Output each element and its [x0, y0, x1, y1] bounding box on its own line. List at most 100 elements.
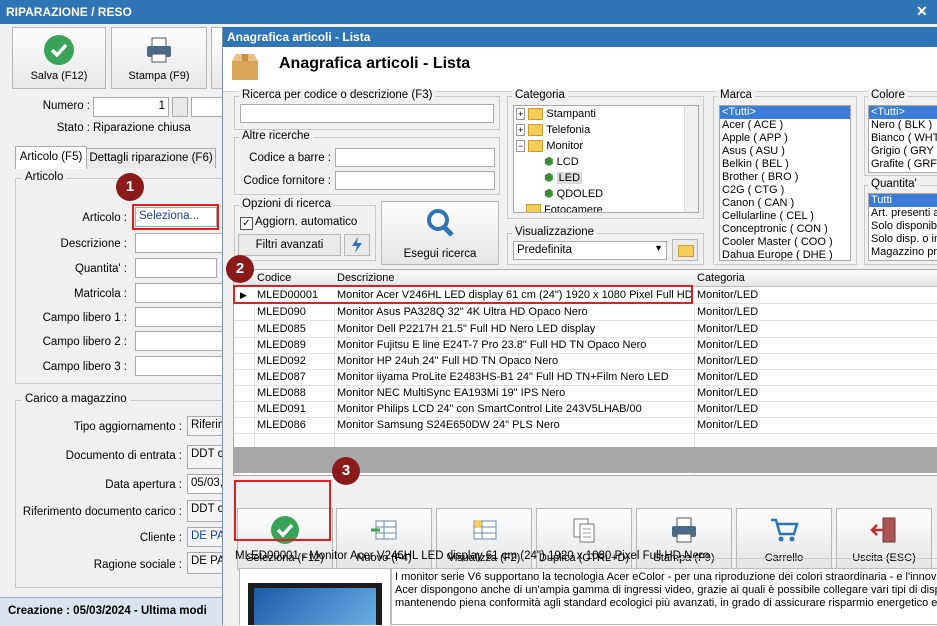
- table-row[interactable]: MLED090 Monitor Asus PA328Q 32" 4K Ultra …: [234, 304, 937, 321]
- row-cat: Monitor/LED: [697, 371, 759, 383]
- col-header-codice[interactable]: Codice: [257, 270, 291, 286]
- articolo-group-title: Articolo: [22, 171, 67, 183]
- chevron-down-icon: ▼: [654, 243, 663, 253]
- marca-item[interactable]: Belkin ( BEL ): [720, 158, 850, 171]
- marca-item[interactable]: Acer ( ACE ): [720, 119, 850, 132]
- marca-item[interactable]: Cellularline ( CEL ): [720, 210, 850, 223]
- table-row[interactable]: MLED086 Monitor Samsung S24E650DW 24" PLS…: [234, 417, 937, 434]
- campo1-field[interactable]: [135, 307, 223, 327]
- barcode-label: Codice a barre :: [249, 152, 331, 164]
- riferimento-doc-field[interactable]: DDT ca: [187, 500, 223, 522]
- marca-item[interactable]: Canon ( CAN ): [720, 197, 850, 210]
- folder-open-button[interactable]: [672, 239, 698, 261]
- cliente-field[interactable]: DE PA: [187, 527, 223, 547]
- marca-item[interactable]: Cooler Master ( COO ): [720, 236, 850, 249]
- run-search-label: Esegui ricerca: [403, 248, 477, 260]
- matricola-field[interactable]: [135, 283, 223, 303]
- auto-update-checkbox[interactable]: ✓: [240, 217, 253, 230]
- tree-item-led[interactable]: ⬢ LED: [514, 170, 698, 186]
- descrizione-field[interactable]: [135, 233, 223, 253]
- categoria-scrollbar[interactable]: [684, 106, 698, 212]
- table-row[interactable]: MLED089 Monitor Fujitsu E line E24T-7 Pro…: [234, 337, 937, 354]
- col-header-descrizione[interactable]: Descrizione: [337, 270, 394, 286]
- quantita-field[interactable]: [135, 258, 217, 278]
- close-icon[interactable]: ✕: [916, 3, 928, 20]
- numero-field[interactable]: 1: [93, 97, 169, 117]
- colore-item[interactable]: Nero ( BLK ): [869, 119, 937, 132]
- magnifier-icon: [427, 209, 454, 237]
- colore-item[interactable]: Grafite ( GRF ): [869, 158, 937, 171]
- detail-line: Acer dispongono anche di un'ampia gamma …: [395, 584, 937, 596]
- row-code: MLED087: [257, 371, 306, 383]
- table-row[interactable]: MLED087 Monitor iiyama ProLite E2483HS-B1…: [234, 369, 937, 386]
- row-desc: Monitor HP 24uh 24" Full HD TN Opaco Ner…: [337, 355, 559, 367]
- table-row[interactable]: MLED088 Monitor NEC MultiSync EA193Mi 19"…: [234, 385, 937, 402]
- tree-item-stampanti[interactable]: + Stampanti: [514, 106, 698, 122]
- row-desc: Monitor iiyama ProLite E2483HS-B1 24" Fu…: [337, 371, 669, 383]
- marca-item[interactable]: <Tutti>: [720, 106, 850, 119]
- marca-item[interactable]: Asus ( ASU ): [720, 145, 850, 158]
- quantita-item[interactable]: Solo disp. o in: [869, 233, 937, 246]
- marca-item[interactable]: C2G ( CTG ): [720, 184, 850, 197]
- category-node-icon: ⬢: [544, 156, 554, 168]
- quantita-item[interactable]: Magazzino prin: [869, 246, 937, 259]
- exit-button[interactable]: Uscita (ESC): [836, 508, 932, 570]
- documento-entrata-field[interactable]: DDT ca: [187, 445, 223, 469]
- tree-item-monitor[interactable]: − Monitor: [514, 138, 698, 154]
- lightning-icon: [352, 237, 362, 253]
- tab-articolo[interactable]: Articolo (F5): [15, 146, 87, 169]
- cart-button[interactable]: Carrello: [736, 508, 832, 570]
- search-input[interactable]: [240, 104, 494, 123]
- row-cat: Monitor/LED: [697, 403, 759, 415]
- tree-item-fotocamere[interactable]: Fotocamere: [514, 202, 698, 212]
- folder-icon: [528, 108, 544, 121]
- barcode-input[interactable]: [335, 148, 495, 167]
- marca-item[interactable]: Dahua Europe ( DHE ): [720, 249, 850, 260]
- campo3-field[interactable]: [135, 356, 223, 376]
- colore-list[interactable]: <Tutti> Nero ( BLK ) Bianco ( WHT ) Grig…: [868, 105, 937, 173]
- run-search-button[interactable]: Esegui ricerca: [381, 201, 499, 265]
- riferimento-doc-label: Riferimento documento carico :: [22, 506, 182, 518]
- quantita-item[interactable]: Solo disponibil: [869, 220, 937, 233]
- marca-list[interactable]: <Tutti> Acer ( ACE ) Apple ( APP ) Asus …: [719, 105, 851, 261]
- ragione-sociale-field[interactable]: DE PA: [187, 552, 223, 574]
- numero-extra-field[interactable]: [191, 97, 223, 117]
- print-button[interactable]: Stampa (F9): [111, 27, 207, 89]
- colore-item[interactable]: <Tutti>: [869, 106, 937, 119]
- quantita-group-title: Quantita': [868, 178, 920, 190]
- table-row[interactable]: MLED092 Monitor HP 24uh 24" Full HD TN Op…: [234, 353, 937, 370]
- quantita-item[interactable]: Tutti: [869, 194, 937, 207]
- tipo-aggiornamento-field[interactable]: Riferim: [187, 416, 223, 436]
- marca-item[interactable]: Brother ( BRO ): [720, 171, 850, 184]
- tree-item-lcd[interactable]: ⬢ LCD: [514, 154, 698, 170]
- table-row[interactable]: MLED085 Monitor Dell P2217H 21.5" Full HD…: [234, 321, 937, 338]
- quantita-item[interactable]: Art. presenti a: [869, 207, 937, 220]
- numero-lookup-button[interactable]: [172, 97, 188, 117]
- colore-item[interactable]: Grigio ( GRY ): [869, 145, 937, 158]
- colore-item[interactable]: Bianco ( WHT ): [869, 132, 937, 145]
- save-button[interactable]: Salva (F12): [12, 27, 106, 89]
- colore-group-title: Colore: [868, 89, 908, 101]
- lightning-button[interactable]: [344, 234, 370, 256]
- visualizzazione-select[interactable]: Predefinita ▼: [513, 241, 667, 260]
- cart-icon: [771, 518, 799, 542]
- back-window-title: RIPARAZIONE / RESO: [6, 5, 132, 19]
- row-code: MLED086: [257, 419, 306, 431]
- quantita-list[interactable]: Tutti Art. presenti a Solo disponibil So…: [868, 193, 937, 261]
- campo2-field[interactable]: [135, 331, 223, 351]
- tree-item-telefonia[interactable]: + Telefonia: [514, 122, 698, 138]
- categoria-tree[interactable]: + Stampanti + Telefonia − Monitor ⬢ LCD …: [513, 105, 699, 213]
- tree-item-qdoled[interactable]: ⬢ QDOLED: [514, 186, 698, 202]
- col-header-categoria[interactable]: Categoria: [697, 270, 745, 286]
- supplier-code-input[interactable]: [335, 171, 495, 190]
- marca-item[interactable]: Apple ( APP ): [720, 132, 850, 145]
- table-row[interactable]: MLED091 Monitor Philips LCD 24" con Smart…: [234, 401, 937, 418]
- advanced-filters-button[interactable]: Filtri avanzati: [238, 234, 341, 256]
- marca-item[interactable]: Conceptronic ( CON ): [720, 223, 850, 236]
- row-cat: Monitor/LED: [697, 323, 759, 335]
- detail-line: mantenendo piena conformità agli standar…: [395, 597, 937, 609]
- data-apertura-field[interactable]: 05/03,: [187, 474, 223, 494]
- row-cat: Monitor/LED: [697, 339, 759, 351]
- tab-dettagli-riparazione[interactable]: Dettagli riparazione (F6): [86, 148, 216, 168]
- detail-description: I monitor serie V6 supportano la tecnolo…: [391, 568, 937, 625]
